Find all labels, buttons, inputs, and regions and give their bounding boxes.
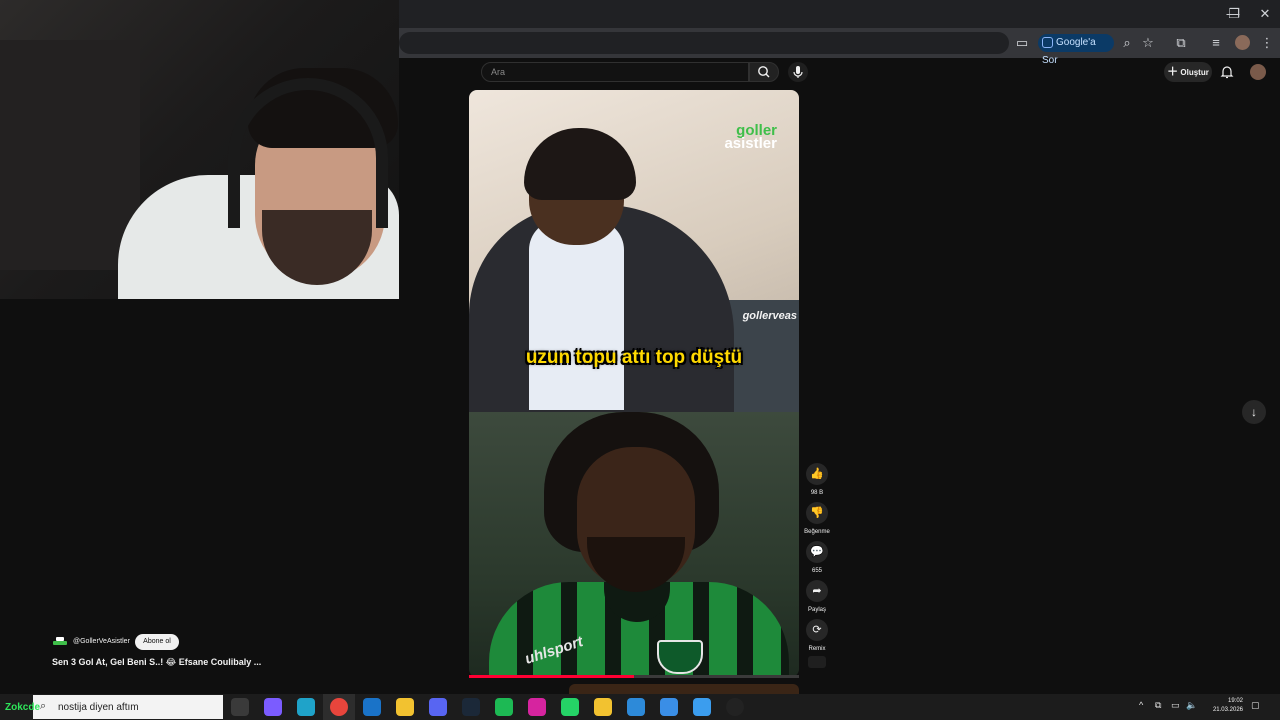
video-scene-interview: goller asistler gollerveas uzun topu att… <box>469 90 799 415</box>
webcam-overlay <box>0 0 399 299</box>
create-label: Oluştur <box>1180 68 1209 77</box>
search-input[interactable]: Ara <box>481 62 749 82</box>
zoom-icon[interactable]: ⌕ <box>1116 33 1138 53</box>
like-button[interactable]: 👍 <box>806 463 828 485</box>
remix-icon: ⟳ <box>812 624 822 636</box>
file-explorer-icon[interactable] <box>396 698 414 716</box>
create-button[interactable]: ＋ Oluştur <box>1164 62 1212 82</box>
man-hair <box>524 128 636 200</box>
short-video-player[interactable]: goller asistler gollerveas uzun topu att… <box>469 90 799 677</box>
channel-avatar-icon[interactable] <box>52 635 68 647</box>
whatsapp-icon[interactable] <box>561 698 579 716</box>
media-controls-icon[interactable]: ≡ <box>1205 33 1227 53</box>
remix-button[interactable]: ⟳ <box>806 619 828 641</box>
remix-label: Remix <box>808 646 826 652</box>
clock-date: 21.03.2026 <box>1212 707 1243 713</box>
channel-handle[interactable]: @GollerVeAsistler <box>73 638 130 645</box>
vscode-icon[interactable] <box>627 698 645 716</box>
close-window-button[interactable]: ✕ <box>1249 0 1280 28</box>
subscribe-button[interactable]: Abone ol <box>135 634 179 650</box>
obs-icon[interactable] <box>726 698 744 716</box>
club-crest <box>657 640 703 674</box>
search-button[interactable] <box>749 62 779 82</box>
like-count: 98 B <box>810 490 824 496</box>
lens-icon <box>1042 36 1053 48</box>
stream-chat-overlay: Zokcde <box>5 702 41 713</box>
bookmark-star-icon[interactable]: ☆ <box>1137 33 1159 53</box>
document-icon[interactable] <box>594 698 612 716</box>
notification-center-icon[interactable]: ▢ <box>1251 700 1260 711</box>
thumbs-down-icon: 👎 <box>810 507 824 519</box>
edge-icon[interactable] <box>297 698 315 716</box>
chrome-icon[interactable] <box>330 698 348 716</box>
browser-menu-icon[interactable]: ⋮ <box>1256 33 1278 53</box>
search-icon <box>758 66 770 78</box>
spotify-icon[interactable] <box>495 698 513 716</box>
discord-icon[interactable] <box>429 698 447 716</box>
next-short-preview <box>569 684 799 694</box>
tray-device-icon[interactable]: ⧉ <box>1155 700 1161 711</box>
video-caption: uzun topu attı top düştü <box>525 347 743 368</box>
task-view-icon[interactable] <box>231 698 249 716</box>
bell-icon <box>1220 66 1234 79</box>
logo-asistler: asistler <box>724 135 777 152</box>
google-sor-button[interactable]: Google'a Sor <box>1038 34 1114 66</box>
share-arrow-icon: ➦ <box>812 585 822 597</box>
notifications-button[interactable] <box>1218 63 1236 81</box>
comment-count: 655 <box>811 568 822 574</box>
man-shirt <box>529 220 624 410</box>
video-title[interactable]: Sen 3 Gol At, Gel Beni S..! 😂 Efsane Cou… <box>52 657 261 668</box>
audio-channel-thumbnail[interactable] <box>808 656 826 668</box>
webcam-background <box>0 40 140 270</box>
video-watermark: gollerveas <box>742 310 797 322</box>
video-progress-fill <box>469 675 634 678</box>
webcam-headphones <box>228 78 388 228</box>
restore-button[interactable]: ❐ <box>1218 0 1250 28</box>
extensions-icon[interactable]: ⧉ <box>1170 33 1192 53</box>
next-short-button[interactable]: ↓ <box>1242 400 1266 424</box>
instagram-icon[interactable] <box>528 698 546 716</box>
volume-icon[interactable]: 🔈 <box>1186 700 1197 711</box>
thumbs-up-icon: 👍 <box>810 468 824 480</box>
comment-icon: 💬 <box>810 546 824 558</box>
share-label: Paylaş <box>807 607 826 613</box>
account-avatar[interactable] <box>1250 64 1266 80</box>
dislike-button[interactable]: 👎 <box>806 502 828 524</box>
address-bar[interactable] <box>399 32 1009 54</box>
tray-chevron-icon[interactable]: ^ <box>1139 700 1143 710</box>
channel-logo-overlay: goller asistler <box>697 123 777 152</box>
dislike-label: Beğenme <box>804 529 830 535</box>
microphone-icon <box>793 66 803 78</box>
steam-icon[interactable] <box>462 698 480 716</box>
profile-avatar[interactable] <box>1235 35 1250 50</box>
search-icon: ⌕ <box>40 700 47 712</box>
paint-icon[interactable] <box>693 698 711 716</box>
arrow-down-icon: ↓ <box>1251 405 1257 419</box>
video-scene-player-photo: uhlsport <box>469 412 799 677</box>
taskbar-search-text: nostija diyen aftım <box>58 702 139 713</box>
plus-icon: ＋ <box>1167 66 1179 78</box>
copilot-icon[interactable] <box>264 698 282 716</box>
voice-search-button[interactable] <box>788 62 808 82</box>
arrow-app-icon[interactable] <box>660 698 678 716</box>
network-icon[interactable]: ▭ <box>1171 700 1180 711</box>
system-clock[interactable]: 19:02 21.03.2026 <box>1203 697 1243 715</box>
clock-time: 19:02 <box>1227 698 1243 704</box>
share-button[interactable]: ➦ <box>806 580 828 602</box>
outlook-icon[interactable] <box>363 698 381 716</box>
cast-icon[interactable]: ▭ <box>1011 33 1033 53</box>
comments-button[interactable]: 💬 <box>806 541 828 563</box>
